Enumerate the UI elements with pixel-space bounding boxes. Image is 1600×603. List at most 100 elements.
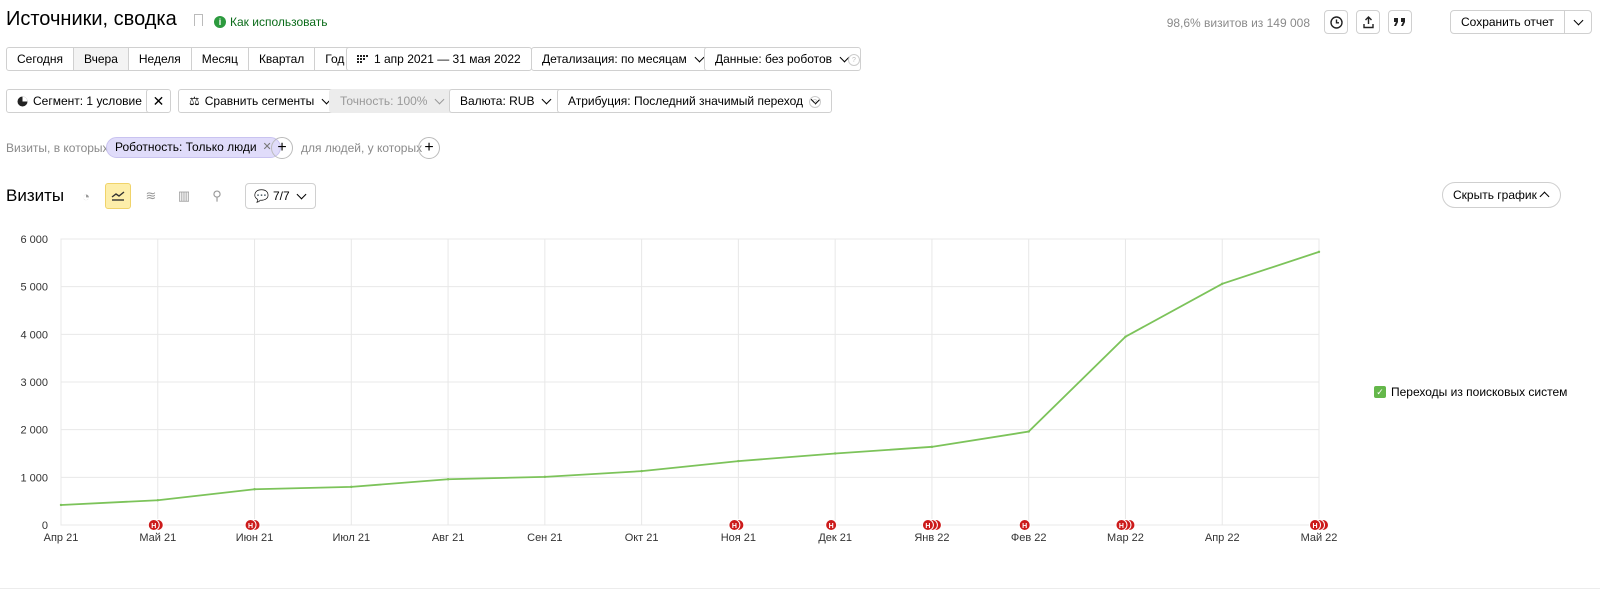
help-icon[interactable]: ? — [848, 54, 860, 66]
x-tick-label: Мар 22 — [1107, 532, 1144, 544]
section-title: Визиты — [6, 186, 65, 205]
period-month[interactable]: Месяц — [192, 48, 249, 70]
segment-label: Сегмент: 1 условие — [33, 94, 142, 108]
add-visit-condition-button[interactable]: + — [271, 137, 293, 159]
date-range-label: 1 апр 2021 — 31 мая 2022 — [374, 52, 521, 66]
period-selector: Сегодня Вчера Неделя Месяц Квартал Год — [6, 47, 356, 71]
plus-icon: + — [277, 139, 287, 156]
data-point — [446, 478, 450, 481]
attribution-dropdown[interactable]: Атрибуция: Последний значимый переход — [557, 89, 832, 113]
data-dropdown[interactable]: Данные: без роботов — [704, 47, 862, 71]
save-report-label: Сохранить отчет — [1451, 11, 1565, 33]
data-point — [543, 475, 547, 479]
hide-chart-label: Скрыть график — [1453, 188, 1537, 202]
y-tick-label: 0 — [42, 520, 48, 532]
annotation-marker-letter: Н — [925, 523, 930, 530]
comment-icon: 💬 — [254, 189, 269, 203]
y-tick-label: 4 000 — [20, 329, 48, 341]
period-quarter[interactable]: Квартал — [249, 48, 316, 70]
upload-icon — [1362, 15, 1374, 28]
data-label: Данные: без роботов — [715, 52, 833, 66]
map-pin-icon: ⚲ — [212, 188, 222, 203]
history-button[interactable] — [1324, 10, 1348, 34]
help-icon[interactable]: ? — [809, 96, 821, 108]
legend: ✓ Переходы из поисковых систем — [1374, 385, 1567, 399]
data-point — [833, 452, 837, 455]
add-people-condition-button[interactable]: + — [418, 137, 440, 159]
date-range-button[interactable]: 1 апр 2021 — 31 мая 2022 — [346, 47, 532, 71]
compare-label: Сравнить сегменты — [204, 94, 315, 108]
filter-chip[interactable]: Роботность: Только люди ✕ — [106, 137, 281, 158]
period-yesterday[interactable]: Вчера — [74, 48, 129, 70]
x-tick-label: Сен 21 — [527, 532, 562, 544]
export-button[interactable] — [1356, 10, 1380, 34]
save-report-dropdown[interactable] — [1565, 11, 1591, 33]
annotation-marker-letter: Н — [1312, 523, 1317, 530]
info-icon: i — [214, 16, 226, 28]
data-point — [1317, 250, 1321, 254]
bar-chart-view-button[interactable]: ▥ — [171, 183, 197, 209]
legend-series-label: Переходы из поисковых систем — [1391, 385, 1568, 399]
clock-icon — [1329, 15, 1343, 29]
plus-icon: + — [424, 139, 434, 156]
line-chart-view-button[interactable] — [105, 183, 131, 209]
precision-dropdown[interactable]: Точность: 100% — [329, 89, 457, 113]
chevron-down-icon — [542, 94, 552, 105]
share-button[interactable] — [1388, 10, 1412, 34]
data-point — [350, 485, 353, 489]
x-tick-label: Фев 22 — [1011, 532, 1047, 544]
chevron-down-icon — [694, 52, 705, 63]
clear-segment-button[interactable]: ✕ — [146, 89, 171, 113]
y-tick-label: 2 000 — [20, 425, 48, 437]
annotation-marker-letter: Н — [151, 523, 156, 530]
precision-label: Точность: 100% — [340, 94, 428, 108]
detail-label: Детализация: по месяцам — [542, 52, 687, 66]
data-point — [156, 499, 159, 502]
pie-chart-icon: ◔ — [82, 188, 90, 204]
x-tick-label: Май 21 — [139, 532, 176, 544]
x-tick-label: Дек 21 — [818, 532, 852, 544]
data-point — [253, 488, 256, 491]
segment-dropdown[interactable]: Сегмент: 1 условие — [6, 89, 167, 113]
x-tick-label: Авг 21 — [432, 532, 464, 544]
close-icon: ✕ — [152, 93, 165, 109]
annotation-marker-letter: Н — [1022, 523, 1027, 530]
bookmark-icon[interactable] — [194, 14, 203, 26]
y-tick-label: 6 000 — [20, 234, 48, 246]
visits-share-text: 98,6% визитов из 149 008 — [1166, 16, 1310, 30]
chevron-down-icon — [1573, 15, 1584, 26]
how-to-use-link[interactable]: i Как использовать — [214, 15, 328, 29]
how-to-use-label: Как использовать — [230, 15, 328, 29]
calendar-icon — [357, 54, 368, 63]
annotation-marker-letter: Н — [248, 523, 253, 530]
compare-segments-button[interactable]: ⚖ Сравнить сегменты — [178, 89, 344, 113]
line-chart-icon — [111, 191, 125, 201]
data-point — [930, 445, 934, 449]
x-tick-label: Апр 21 — [44, 532, 79, 544]
detail-dropdown[interactable]: Детализация: по месяцам — [531, 47, 716, 71]
divider — [0, 588, 1600, 589]
save-report-button[interactable]: Сохранить отчет — [1450, 10, 1592, 34]
x-tick-label: Июн 21 — [236, 532, 274, 544]
data-point — [1221, 282, 1224, 286]
data-point — [59, 503, 63, 507]
x-tick-label: Апр 22 — [1205, 532, 1240, 544]
legend-checkbox[interactable]: ✓ — [1374, 386, 1386, 398]
area-chart-view-button[interactable]: ≋ — [138, 183, 164, 209]
hide-chart-button[interactable]: Скрыть график — [1442, 182, 1561, 208]
data-point — [640, 469, 643, 473]
pie-chart-view-button[interactable]: ◔ — [73, 183, 99, 209]
compare-icon: ⚖ — [189, 94, 200, 108]
chevron-up-icon — [1539, 191, 1550, 201]
currency-dropdown[interactable]: Валюта: RUB — [449, 89, 564, 113]
period-today[interactable]: Сегодня — [7, 48, 74, 70]
x-tick-label: Июл 21 — [332, 532, 370, 544]
comments-dropdown[interactable]: 💬 7/7 — [245, 183, 316, 209]
y-tick-label: 1 000 — [20, 472, 48, 484]
map-view-button[interactable]: ⚲ — [204, 183, 230, 209]
stacked-area-icon: ≋ — [145, 188, 157, 203]
filter-chip-label: Роботность: Только люди — [115, 140, 257, 154]
page-title: Источники, сводка — [6, 8, 177, 30]
period-week[interactable]: Неделя — [129, 48, 192, 70]
y-tick-label: 3 000 — [20, 377, 48, 389]
